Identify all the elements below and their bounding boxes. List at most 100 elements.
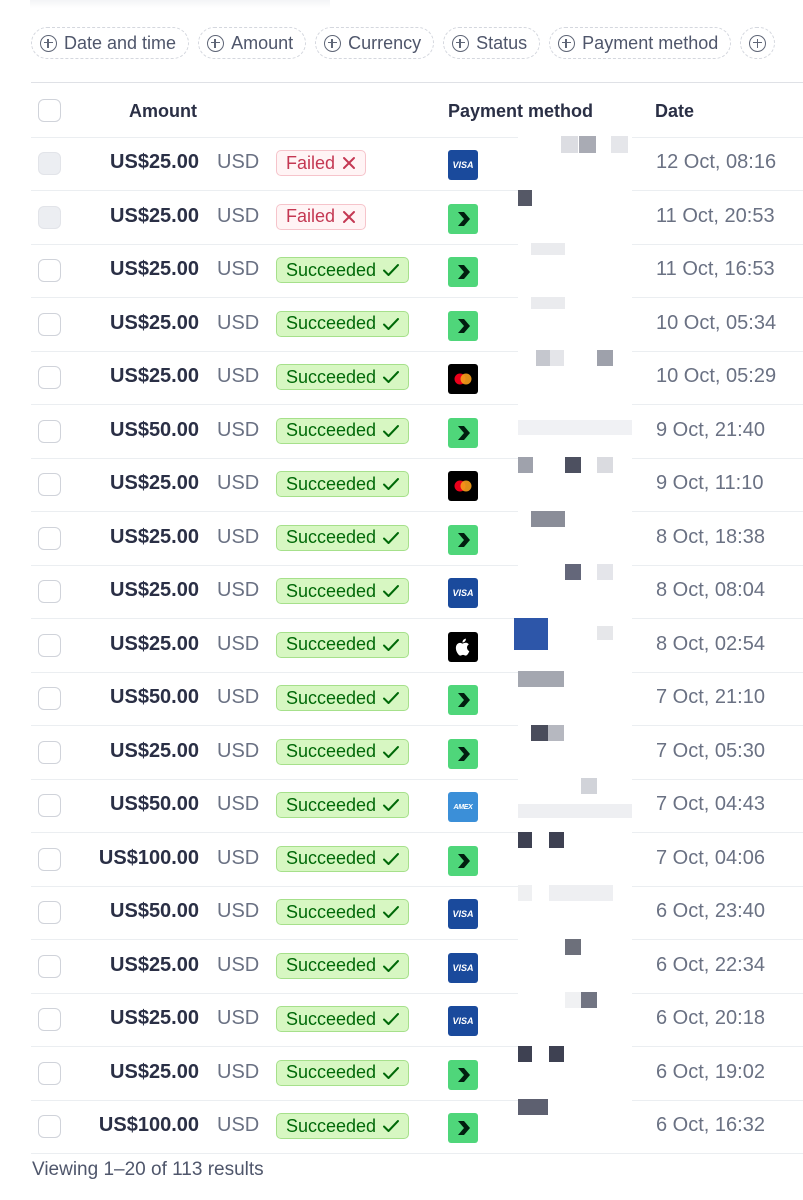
- redacted-card-details: [518, 136, 632, 190]
- row-checkbox[interactable]: [38, 1115, 61, 1138]
- table-row[interactable]: US$25.00 USD Succeeded 11 Oct, 16:53: [31, 243, 803, 298]
- visa-logo-text: VISA: [452, 1016, 474, 1026]
- check-icon: [383, 424, 400, 437]
- payment-date: 7 Oct, 21:10: [656, 686, 765, 708]
- status-badge: Failed: [276, 150, 367, 176]
- row-checkbox[interactable]: [38, 794, 61, 817]
- table-row[interactable]: US$100.00 USD Succeeded 6 Oct, 16:32: [31, 1099, 803, 1154]
- table-row[interactable]: US$25.00 USD Succeeded 9 Oct, 11:10: [31, 457, 803, 512]
- link-pay-icon: [448, 524, 478, 555]
- payment-amount: US$25.00: [110, 311, 199, 334]
- row-checkbox[interactable]: [38, 259, 61, 282]
- redaction-block: [597, 457, 613, 473]
- redaction-block: [561, 136, 578, 153]
- payment-amount: US$25.00: [110, 472, 199, 494]
- select-all-checkbox[interactable]: [38, 99, 61, 122]
- check-icon: [383, 692, 400, 704]
- pagination-summary: Viewing 1–20 of 113 results: [32, 1159, 264, 1180]
- payment-currency: USD: [217, 686, 260, 708]
- filter-status[interactable]: Status: [443, 27, 541, 59]
- table-row[interactable]: US$25.00 USD Succeeded 7 Oct, 05:30: [31, 724, 803, 780]
- payment-currency: USD: [217, 900, 260, 922]
- payment-currency: USD: [217, 793, 260, 815]
- table-row[interactable]: US$50.00 USD Succeeded VISA 6 Oct, 23:40: [31, 885, 803, 940]
- row-checkbox[interactable]: [38, 954, 61, 978]
- payment-date: 6 Oct, 16:32: [656, 1114, 765, 1136]
- add-circle-icon: [749, 34, 767, 52]
- table-row[interactable]: US$25.00 USD Succeeded 8 Oct, 18:38: [31, 510, 803, 566]
- row-checkbox[interactable]: [38, 847, 61, 871]
- payment-amount: US$25.00: [110, 365, 199, 387]
- redaction-block: [549, 885, 613, 901]
- table-row[interactable]: US$25.00 USD Succeeded VISA 6 Oct, 20:18: [31, 992, 803, 1047]
- row-checkbox[interactable]: [38, 687, 61, 710]
- x-icon: [343, 157, 356, 169]
- row-checkbox[interactable]: [38, 366, 61, 389]
- table-row[interactable]: US$25.00 USD Succeeded VISA 6 Oct, 22:34: [31, 938, 803, 994]
- redaction-block: [518, 671, 564, 687]
- row-checkbox[interactable]: [38, 1008, 61, 1031]
- table-row[interactable]: US$25.00 USD Succeeded VISA 8 Oct, 08:04: [31, 564, 803, 619]
- payment-date: 7 Oct, 04:43: [656, 793, 765, 815]
- table-row[interactable]: US$50.00 USD Succeeded 9 Oct, 21:40: [31, 403, 803, 459]
- row-checkbox[interactable]: [38, 740, 61, 764]
- status-badge: Succeeded: [276, 631, 410, 658]
- row-checkbox[interactable]: [38, 1061, 61, 1085]
- row-checkbox[interactable]: [38, 633, 61, 657]
- check-icon: [383, 1013, 400, 1025]
- filter-more[interactable]: [740, 27, 776, 59]
- row-checkbox[interactable]: [38, 901, 61, 924]
- payment-amount: US$25.00: [110, 151, 199, 173]
- visa-card-icon: VISA: [448, 1006, 478, 1036]
- table-row[interactable]: US$100.00 USD Succeeded 7 Oct, 04:06: [31, 831, 803, 887]
- check-icon: [383, 585, 400, 597]
- filter-label: Currency: [348, 32, 422, 53]
- link-pay-icon: [448, 257, 478, 287]
- table-row[interactable]: US$25.00 USD Succeeded 10 Oct, 05:34: [31, 296, 803, 352]
- table-row[interactable]: US$25.00 USD Succeeded 10 Oct, 05:29: [31, 350, 803, 405]
- row-checkbox: [38, 205, 61, 229]
- status-label: Succeeded: [286, 794, 377, 815]
- add-circle-icon: [558, 34, 576, 52]
- table-row[interactable]: US$25.00 USD Failed VISA 12 Oct, 08:16: [31, 136, 803, 191]
- column-header-amount[interactable]: Amount: [129, 101, 197, 122]
- table-row[interactable]: US$25.00 USD Failed 11 Oct, 20:53: [31, 189, 803, 245]
- amex-card-icon: AMEX: [448, 792, 478, 822]
- payment-date: 11 Oct, 16:53: [656, 258, 775, 280]
- redacted-card-details: [518, 1045, 632, 1100]
- payment-date: 8 Oct, 18:38: [656, 525, 765, 548]
- payment-amount: US$25.00: [110, 1060, 199, 1083]
- column-header-payment-method[interactable]: Payment method: [448, 101, 593, 122]
- filter-amount[interactable]: Amount: [198, 27, 307, 59]
- row-checkbox[interactable]: [38, 419, 61, 443]
- check-icon: [383, 638, 400, 651]
- column-header-date[interactable]: Date: [655, 101, 694, 122]
- amex-logo-text: AMEX: [453, 803, 473, 811]
- payment-amount: US$25.00: [110, 953, 199, 976]
- status-badge: Succeeded: [276, 792, 410, 818]
- payment-date: 6 Oct, 22:34: [656, 953, 765, 976]
- payment-date: 7 Oct, 04:06: [656, 846, 765, 869]
- table-row[interactable]: US$25.00 USD Succeeded 6 Oct, 19:02: [31, 1045, 803, 1101]
- filter-payment-method[interactable]: Payment method: [549, 27, 732, 59]
- status-label: Failed: [286, 206, 336, 226]
- filter-bar: Date and time Amount Currency Status Pay…: [31, 27, 776, 61]
- filter-date-and-time[interactable]: Date and time: [31, 27, 190, 59]
- redaction-block: [531, 510, 565, 527]
- redaction-block: [518, 831, 532, 848]
- filter-label: Date and time: [64, 32, 177, 53]
- redacted-card-details: [518, 457, 632, 511]
- table-row[interactable]: US$50.00 USD Succeeded AMEX 7 Oct, 04:43: [31, 778, 803, 833]
- filter-currency[interactable]: Currency: [315, 27, 435, 59]
- link-pay-icon: [448, 1059, 478, 1090]
- payment-amount: US$100.00: [98, 846, 199, 869]
- payment-currency: USD: [217, 846, 260, 869]
- payment-amount: US$100.00: [98, 1114, 199, 1136]
- row-checkbox[interactable]: [38, 526, 61, 550]
- row-checkbox[interactable]: [38, 312, 61, 336]
- table-row[interactable]: US$25.00USDSucceeded038 Oct, 02:54: [31, 617, 803, 673]
- row-checkbox[interactable]: [38, 580, 61, 603]
- table-row[interactable]: US$50.00 USD Succeeded 7 Oct, 21:10: [31, 671, 803, 726]
- row-checkbox[interactable]: [38, 473, 61, 496]
- payment-date: 8 Oct, 08:04: [656, 579, 765, 601]
